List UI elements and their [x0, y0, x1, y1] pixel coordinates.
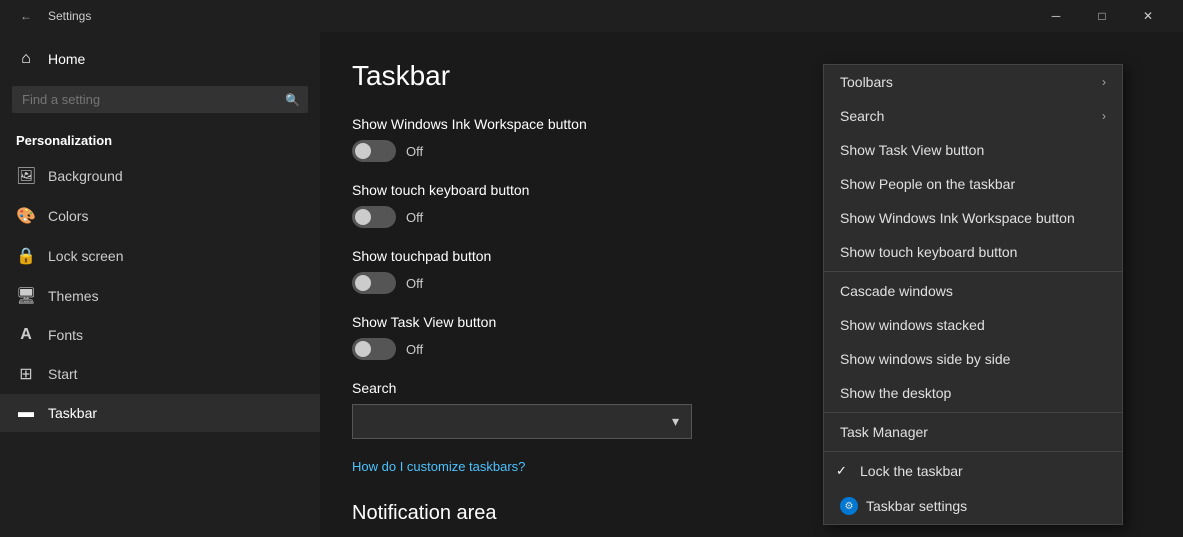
app-title: Settings	[48, 9, 1033, 23]
arrow-icon: ›	[1102, 109, 1106, 123]
touch-keyboard-btn-label: Show touch keyboard button	[840, 244, 1017, 260]
context-item-people[interactable]: Show People on the taskbar	[824, 167, 1122, 201]
context-item-stacked[interactable]: Show windows stacked	[824, 308, 1122, 342]
task-manager-label: Task Manager	[840, 424, 928, 440]
context-item-ink-workspace-btn[interactable]: Show Windows Ink Workspace button	[824, 201, 1122, 235]
context-item-touch-keyboard-btn[interactable]: Show touch keyboard button	[824, 235, 1122, 269]
toggle-knob	[355, 143, 371, 159]
context-item-taskbar-settings[interactable]: ⚙ Taskbar settings	[824, 488, 1122, 524]
stacked-label: Show windows stacked	[840, 317, 985, 333]
sidebar-item-themes[interactable]: 🖥 Themes	[0, 276, 320, 316]
ink-workspace-toggle[interactable]	[352, 140, 396, 162]
divider-1	[824, 271, 1122, 272]
people-label: Show People on the taskbar	[840, 176, 1015, 192]
divider-3	[824, 451, 1122, 452]
ink-workspace-toggle-text: Off	[406, 144, 423, 159]
cascade-label: Cascade windows	[840, 283, 953, 299]
app-body: ⌂ Home 🔍 Personalization 🖼 Background 🎨 …	[0, 32, 1183, 537]
back-button[interactable]: ←	[12, 2, 40, 30]
sidebar-item-lock-screen[interactable]: 🔒 Lock screen	[0, 236, 320, 276]
context-item-task-view-btn[interactable]: Show Task View button	[824, 133, 1122, 167]
side-by-side-label: Show windows side by side	[840, 351, 1010, 367]
sidebar-taskbar-label: Taskbar	[48, 405, 97, 421]
context-item-side-by-side[interactable]: Show windows side by side	[824, 342, 1122, 376]
task-view-btn-label: Show Task View button	[840, 142, 984, 158]
context-item-task-manager[interactable]: Task Manager	[824, 415, 1122, 449]
sidebar-item-colors[interactable]: 🎨 Colors	[0, 196, 320, 236]
context-item-show-desktop[interactable]: Show the desktop	[824, 376, 1122, 410]
lock-taskbar-label: Lock the taskbar	[860, 463, 963, 479]
touch-keyboard-toggle[interactable]	[352, 206, 396, 228]
toggle-knob	[355, 341, 371, 357]
search-input[interactable]	[12, 86, 308, 113]
sidebar-item-fonts[interactable]: A Fonts	[0, 316, 320, 354]
show-desktop-label: Show the desktop	[840, 385, 951, 401]
context-item-cascade[interactable]: Cascade windows	[824, 274, 1122, 308]
sidebar-colors-label: Colors	[48, 208, 88, 224]
context-item-lock-taskbar[interactable]: ✓ Lock the taskbar	[824, 454, 1122, 488]
sidebar-fonts-label: Fonts	[48, 327, 83, 343]
lock-screen-icon: 🔒	[16, 246, 36, 266]
home-label: Home	[48, 51, 85, 67]
sidebar: ⌂ Home 🔍 Personalization 🖼 Background 🎨 …	[0, 32, 320, 537]
context-menu: Toolbars › Search › Show Task View butto…	[823, 64, 1123, 525]
search-icon: 🔍	[285, 93, 300, 107]
context-item-toolbars[interactable]: Toolbars ›	[824, 65, 1122, 99]
task-view-toggle[interactable]	[352, 338, 396, 360]
taskbar-settings-label: Taskbar settings	[866, 498, 967, 514]
close-button[interactable]: ✕	[1125, 0, 1171, 32]
touchpad-toggle-text: Off	[406, 276, 423, 291]
themes-icon: 🖥	[16, 286, 36, 306]
titlebar: ← Settings ─ □ ✕	[0, 0, 1183, 32]
sidebar-search-container: 🔍	[12, 86, 308, 113]
sidebar-themes-label: Themes	[48, 288, 99, 304]
divider-2	[824, 412, 1122, 413]
colors-icon: 🎨	[16, 206, 36, 226]
ink-workspace-btn-label: Show Windows Ink Workspace button	[840, 210, 1075, 226]
sidebar-item-start[interactable]: ⊞ Start	[0, 354, 320, 394]
touchpad-toggle[interactable]	[352, 272, 396, 294]
context-item-search[interactable]: Search ›	[824, 99, 1122, 133]
check-icon: ✓	[836, 463, 847, 479]
task-view-toggle-text: Off	[406, 342, 423, 357]
sidebar-item-taskbar[interactable]: ▬ Taskbar	[0, 394, 320, 432]
maximize-button[interactable]: □	[1079, 0, 1125, 32]
toolbars-label: Toolbars	[840, 74, 893, 90]
window-controls: ─ □ ✕	[1033, 0, 1171, 32]
sidebar-item-home[interactable]: ⌂ Home	[0, 40, 320, 78]
start-icon: ⊞	[16, 364, 36, 384]
taskbar-settings-inner: ⚙ Taskbar settings	[840, 497, 967, 515]
search-label: Search	[840, 108, 884, 124]
sidebar-section-title: Personalization	[0, 121, 320, 156]
sidebar-item-background[interactable]: 🖼 Background	[0, 156, 320, 196]
arrow-icon: ›	[1102, 75, 1106, 89]
touch-keyboard-toggle-text: Off	[406, 210, 423, 225]
toggle-knob	[355, 209, 371, 225]
sidebar-background-label: Background	[48, 168, 123, 184]
search-dropdown[interactable]: ▾	[352, 404, 692, 439]
gear-icon: ⚙	[840, 497, 858, 515]
minimize-button[interactable]: ─	[1033, 0, 1079, 32]
background-icon: 🖼	[16, 166, 36, 186]
fonts-icon: A	[16, 326, 36, 344]
toggle-knob	[355, 275, 371, 291]
chevron-down-icon: ▾	[672, 413, 679, 430]
sidebar-start-label: Start	[48, 366, 78, 382]
sidebar-lock-label: Lock screen	[48, 248, 123, 264]
home-icon: ⌂	[16, 50, 36, 68]
taskbar-icon: ▬	[16, 404, 36, 422]
